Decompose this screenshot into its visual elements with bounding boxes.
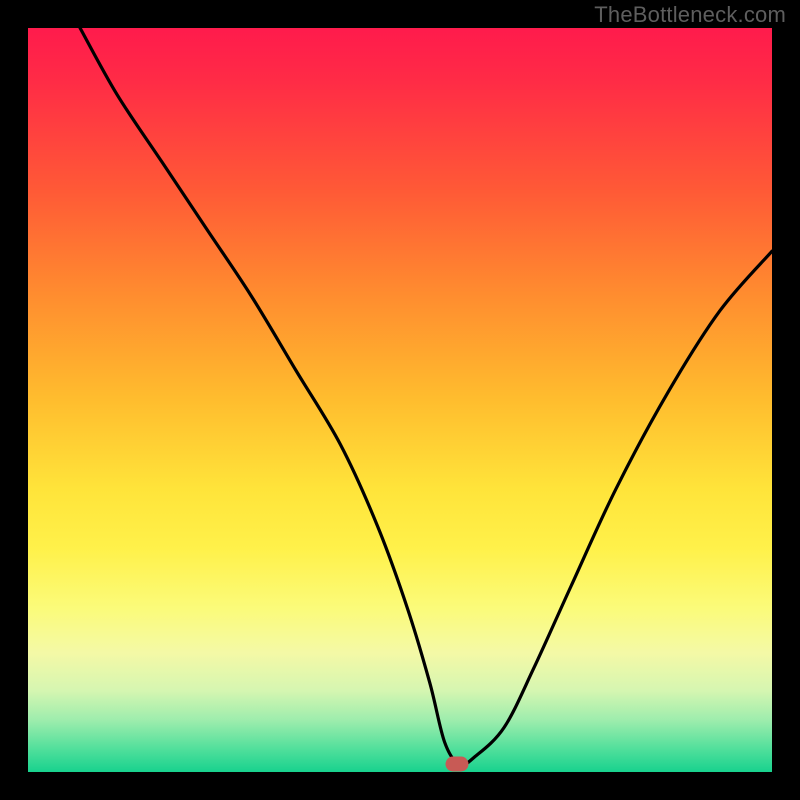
plot-area — [28, 28, 772, 772]
watermark-text: TheBottleneck.com — [594, 2, 786, 28]
bottleneck-curve — [28, 28, 772, 772]
chart-frame: TheBottleneck.com — [0, 0, 800, 800]
optimal-point-marker — [446, 757, 469, 772]
